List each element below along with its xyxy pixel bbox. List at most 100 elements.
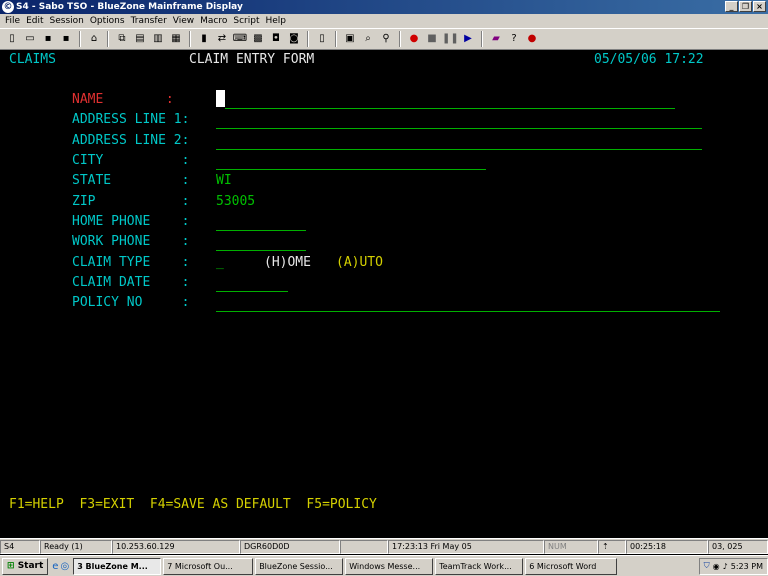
status-elapsed: 00:25:18 — [626, 540, 708, 554]
zip-label: ZIP : — [72, 194, 190, 209]
window-title: S4 - Sabo TSO - BlueZone Mainframe Displ… — [16, 2, 243, 12]
doc-icon[interactable]: ▯ — [314, 31, 330, 47]
status-cursor-pos: 03, 025 — [708, 540, 768, 554]
menu-help[interactable]: Help — [263, 14, 290, 28]
close-button[interactable]: × — [753, 1, 766, 12]
toolbar: ▯ ▭ ▪ ▪ ⌂ ⧉ ▤ ▥ ▦ ▮ ⇄ ⌨ ▩ ◘ ◙ ▯ ▣ ⌕ ⚲ ● … — [0, 28, 768, 50]
task-bluezone-main[interactable]: 3 BlueZone M... — [73, 557, 162, 575]
claim-type-auto-option: (A)UTO — [336, 255, 383, 270]
record-icon[interactable]: ● — [406, 31, 422, 47]
address-line-2-label: ADDRESS LINE 2: — [72, 133, 190, 148]
tray-volume-icon[interactable]: ♪ — [723, 562, 728, 571]
hotspot-icon[interactable]: ▩ — [250, 31, 266, 47]
name-field-underline[interactable] — [225, 108, 675, 109]
policy-no-underline[interactable] — [216, 311, 720, 312]
status-bar: S4 Ready (1) 10.253.60.129 DGR60D0D 17:2… — [0, 538, 768, 554]
status-session: S4 — [0, 540, 40, 554]
status-host-ip: 10.253.60.129 — [112, 540, 240, 554]
task-teamtrack[interactable]: TeamTrack Work... — [435, 557, 524, 575]
text-cursor — [216, 90, 225, 107]
menu-bar: File Edit Session Options Transfer View … — [0, 14, 768, 28]
work-phone-label: WORK PHONE : — [72, 234, 190, 249]
menu-session[interactable]: Session — [47, 14, 87, 28]
home-icon[interactable]: ⌂ — [86, 31, 102, 47]
minimize-button[interactable]: _ — [725, 1, 738, 12]
city-underline[interactable] — [216, 169, 486, 170]
claim-type-field[interactable]: _ — [216, 255, 224, 271]
screen-datetime: 05/05/06 17:22 — [594, 52, 704, 67]
task-microsoft-outlook[interactable]: 7 Microsoft Ou... — [163, 557, 254, 575]
tray-network-icon[interactable]: ◉ — [713, 562, 720, 571]
pause-icon[interactable]: ❚❚ — [442, 31, 459, 47]
system-tray: ⛉ ◉ ♪ 5:23 PM — [698, 557, 768, 575]
help-icon[interactable]: ? — [506, 31, 522, 47]
stop-icon[interactable]: ■ — [424, 31, 440, 47]
menu-script[interactable]: Script — [230, 14, 262, 28]
ie-icon[interactable]: e — [52, 561, 58, 572]
status-arrow-icon: ⇡ — [598, 540, 626, 554]
toolbar-separator — [189, 31, 191, 47]
claim-type-home-option: (H)OME — [264, 255, 311, 270]
zoom-icon[interactable]: ⚲ — [378, 31, 394, 47]
toolbar-separator — [399, 31, 401, 47]
home-phone-underline[interactable] — [216, 230, 306, 231]
toolbar-separator — [79, 31, 81, 47]
menu-edit[interactable]: Edit — [23, 14, 46, 28]
status-ready: Ready (1) — [40, 540, 112, 554]
start-button[interactable]: ⊞ Start — [2, 557, 49, 575]
paste-icon[interactable]: ▤ — [132, 31, 148, 47]
status-num: NUM — [544, 540, 598, 554]
print-icon[interactable]: ▥ — [150, 31, 166, 47]
status-lu-name: DGR60D0D — [240, 540, 340, 554]
apple-icon[interactable]: ● — [524, 31, 540, 47]
display-icon[interactable]: ▮ — [196, 31, 212, 47]
zip-field[interactable]: 53005 — [216, 194, 255, 210]
tray-clock[interactable]: 5:23 PM — [731, 562, 763, 571]
task-bluezone-session[interactable]: BlueZone Sessio... — [255, 557, 344, 575]
menu-file[interactable]: File — [2, 14, 23, 28]
address-line-1-underline[interactable] — [216, 128, 702, 129]
menu-transfer[interactable]: Transfer — [128, 14, 170, 28]
claim-date-underline[interactable] — [216, 291, 288, 292]
status-empty — [340, 540, 388, 554]
book-icon[interactable]: ▰ — [488, 31, 504, 47]
menu-macro[interactable]: Macro — [197, 14, 230, 28]
state-field[interactable]: WI — [216, 173, 232, 189]
open-icon[interactable]: ▭ — [22, 31, 38, 47]
work-phone-underline[interactable] — [216, 250, 306, 251]
task-microsoft-word[interactable]: 6 Microsoft Word — [525, 557, 618, 575]
window-titlebar[interactable]: © S4 - Sabo TSO - BlueZone Mainframe Dis… — [0, 0, 768, 14]
home-phone-label: HOME PHONE : — [72, 214, 190, 229]
address-line-2-underline[interactable] — [216, 149, 702, 150]
menu-options[interactable]: Options — [87, 14, 128, 28]
task-windows-messenger[interactable]: Windows Messe... — [345, 557, 434, 575]
start-label: Start — [17, 560, 44, 571]
restore-button[interactable]: ❐ — [739, 1, 752, 12]
tray-shield-icon[interactable]: ⛉ — [704, 561, 710, 571]
print-preview-icon[interactable]: ▦ — [168, 31, 184, 47]
city-label: CITY : — [72, 153, 190, 168]
transfer-icon[interactable]: ⇄ — [214, 31, 230, 47]
disconnect-icon[interactable]: ◙ — [286, 31, 302, 47]
desktop-icon[interactable]: ◎ — [60, 561, 69, 572]
state-label: STATE : — [72, 173, 190, 188]
disk-icon[interactable]: ▪ — [58, 31, 74, 47]
play-icon[interactable]: ▶ — [460, 31, 476, 47]
save-icon[interactable]: ▪ — [40, 31, 56, 47]
taskbar: ⊞ Start e ◎ 3 BlueZone M... 7 Microsoft … — [0, 555, 768, 576]
copy-icon[interactable]: ⧉ — [114, 31, 130, 47]
claim-date-label: CLAIM DATE : — [72, 275, 190, 290]
keyboard-icon[interactable]: ⌨ — [232, 31, 248, 47]
connect-icon[interactable]: ◘ — [268, 31, 284, 47]
find-icon[interactable]: ⌕ — [360, 31, 376, 47]
new-icon[interactable]: ▯ — [4, 31, 20, 47]
claim-type-label: CLAIM TYPE : — [72, 255, 190, 270]
toolbar-separator — [107, 31, 109, 47]
terminal-screen[interactable]: CLAIMS CLAIM ENTRY FORM 05/05/06 17:22 N… — [0, 50, 768, 538]
bluezone-app-icon[interactable]: © — [2, 1, 14, 13]
toolbar-separator — [335, 31, 337, 47]
address-line-1-label: ADDRESS LINE 1: — [72, 112, 190, 127]
menu-view[interactable]: View — [170, 14, 197, 28]
screen-icon[interactable]: ▣ — [342, 31, 358, 47]
name-label: NAME : — [72, 92, 174, 107]
